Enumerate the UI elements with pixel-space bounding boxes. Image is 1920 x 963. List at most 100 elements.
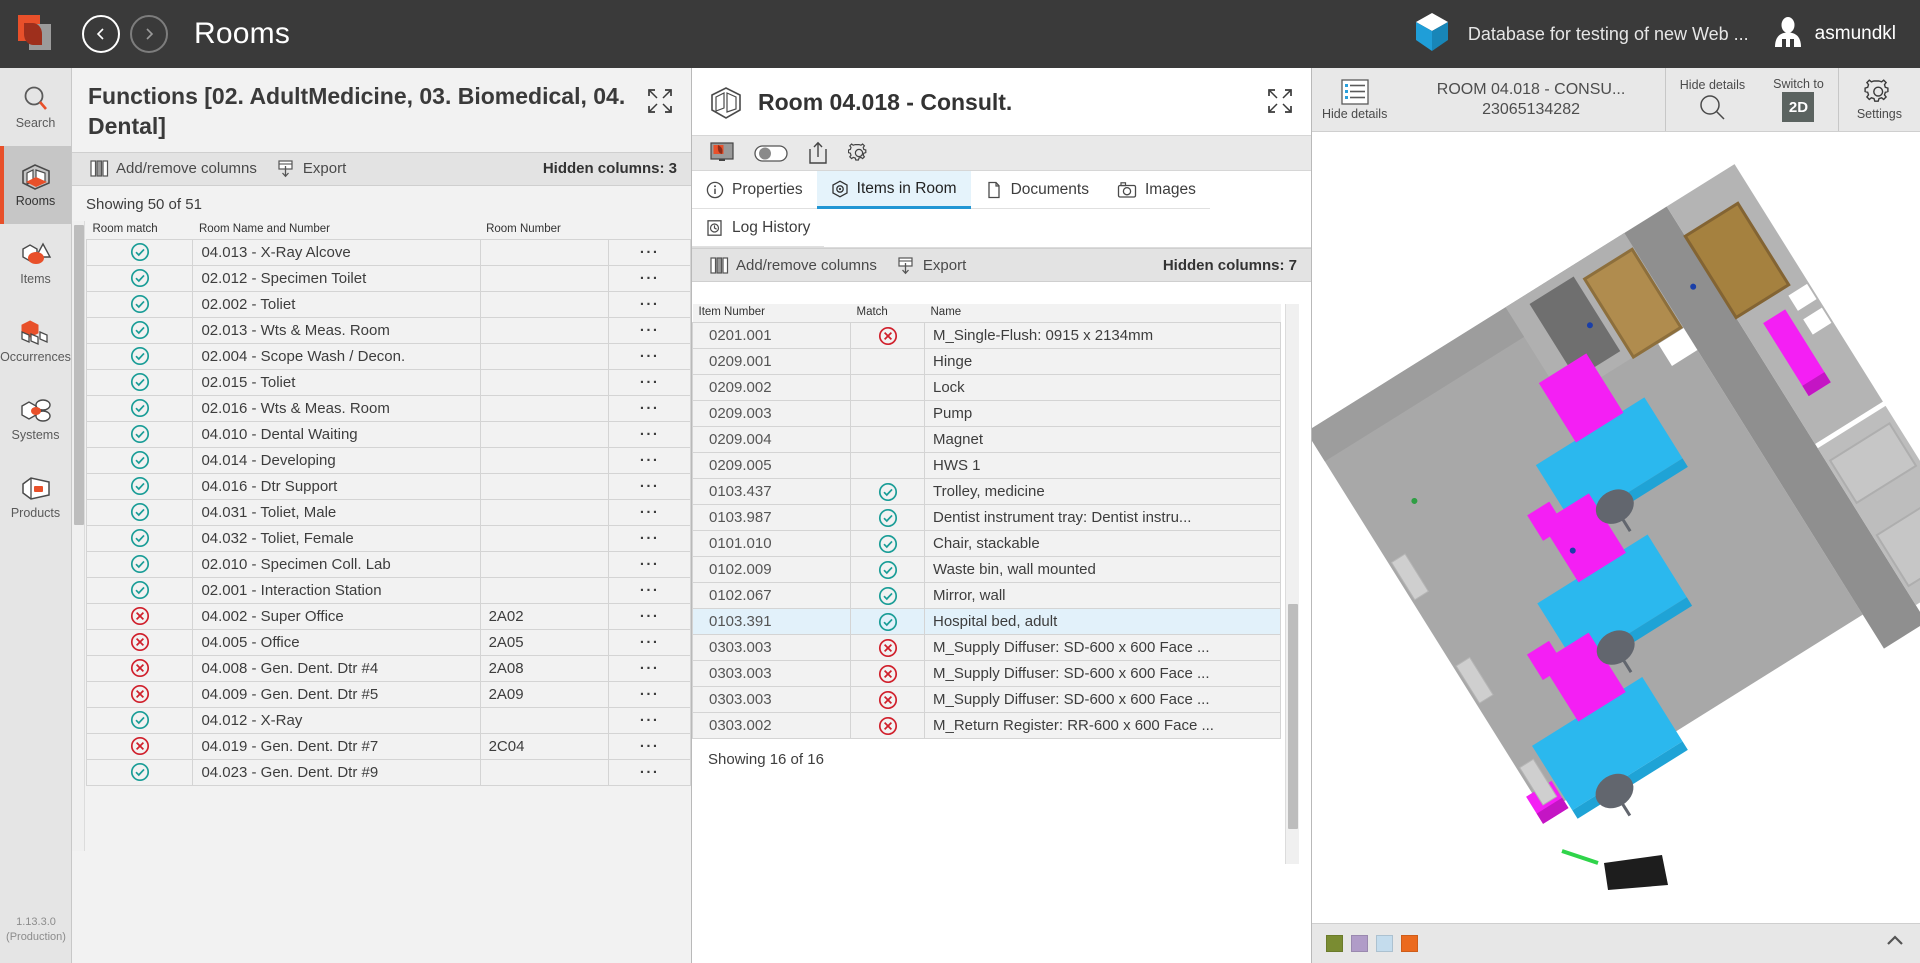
settings-gear-button[interactable] [848,142,870,164]
viewer-button[interactable] [710,142,734,164]
export-button[interactable]: Export [271,157,352,180]
table-row[interactable]: 0303.002M_Return Register: RR-600 x 600 … [693,713,1281,739]
table-row[interactable]: 04.013 - X-Ray Alcove··· [87,239,691,265]
add-remove-columns-button[interactable]: Add/remove columns [84,157,263,180]
row-menu-button[interactable]: ··· [609,239,691,265]
functions-col-header-2[interactable]: Room Number [480,221,609,240]
2d-badge[interactable]: 2D [1782,92,1814,122]
table-row[interactable]: 04.009 - Gen. Dent. Dtr #52A09··· [87,681,691,707]
table-row[interactable]: 04.008 - Gen. Dent. Dtr #42A08··· [87,655,691,681]
table-row[interactable]: 02.012 - Specimen Toilet··· [87,265,691,291]
row-menu-button[interactable]: ··· [609,291,691,317]
toggle-switch[interactable] [754,143,788,163]
table-row[interactable]: 04.002 - Super Office2A02··· [87,603,691,629]
hide-details-button[interactable]: Hide details [1666,68,1759,131]
avatar[interactable] [1771,15,1805,54]
row-menu-button[interactable]: ··· [609,265,691,291]
row-menu-button[interactable]: ··· [609,577,691,603]
functions-scrollbar-thumb[interactable] [74,225,84,525]
table-row[interactable]: 04.032 - Toliet, Female··· [87,525,691,551]
row-menu-button[interactable]: ··· [609,759,691,785]
table-row[interactable]: 02.004 - Scope Wash / Decon.··· [87,343,691,369]
table-row[interactable]: 04.019 - Gen. Dent. Dtr #72C04··· [87,733,691,759]
table-row[interactable]: 0303.003M_Supply Diffuser: SD-600 x 600 … [693,687,1281,713]
room-add-remove-columns-button[interactable]: Add/remove columns [704,254,883,277]
database-name[interactable]: Database for testing of new Web ... [1468,24,1749,45]
room-col-header-0[interactable]: Item Number [693,304,851,323]
table-row[interactable]: 0303.003M_Supply Diffuser: SD-600 x 600 … [693,635,1281,661]
table-row[interactable]: 0209.002Lock [693,375,1281,401]
room-scrollbar-thumb[interactable] [1288,604,1298,829]
table-row[interactable]: 0209.001Hinge [693,349,1281,375]
viewer-3d-canvas[interactable] [1312,133,1920,890]
forward-button[interactable] [130,15,168,53]
table-row[interactable]: 04.005 - Office2A05··· [87,629,691,655]
row-menu-button[interactable]: ··· [609,317,691,343]
table-row[interactable]: 0103.391Hospital bed, adult [693,609,1281,635]
table-row[interactable]: 04.016 - Dtr Support··· [87,473,691,499]
functions-col-header-3[interactable] [609,221,691,240]
table-row[interactable]: 0101.010Chair, stackable [693,531,1281,557]
functions-col-header-1[interactable]: Room Name and Number [193,221,480,240]
room-expand-button[interactable] [1263,84,1297,123]
sidebar-item-rooms[interactable]: Rooms [0,146,71,224]
table-row[interactable]: 0209.005HWS 1 [693,453,1281,479]
room-col-header-2[interactable]: Name [925,304,1281,323]
table-row[interactable]: 0201.001M_Single-Flush: 0915 x 2134mm [693,323,1281,349]
room-export-button[interactable]: Export [891,254,972,277]
app-logo[interactable] [0,0,72,68]
functions-col-header-0[interactable]: Room match [87,221,193,240]
tab-log-history[interactable]: Log History [692,209,824,247]
table-row[interactable]: 02.001 - Interaction Station··· [87,577,691,603]
row-menu-button[interactable]: ··· [609,525,691,551]
row-menu-button[interactable]: ··· [609,473,691,499]
row-menu-button[interactable]: ··· [609,707,691,733]
row-menu-button[interactable]: ··· [609,369,691,395]
table-row[interactable]: 02.013 - Wts & Meas. Room··· [87,317,691,343]
row-menu-button[interactable]: ··· [609,421,691,447]
table-row[interactable]: 0303.003M_Supply Diffuser: SD-600 x 600 … [693,661,1281,687]
row-menu-button[interactable]: ··· [609,655,691,681]
color-swatch-4[interactable] [1401,935,1418,952]
color-swatch-1[interactable] [1326,935,1343,952]
table-row[interactable]: 04.010 - Dental Waiting··· [87,421,691,447]
table-row[interactable]: 04.023 - Gen. Dent. Dtr #9··· [87,759,691,785]
back-button[interactable] [82,15,120,53]
table-row[interactable]: 0102.009Waste bin, wall mounted [693,557,1281,583]
room-col-header-1[interactable]: Match [851,304,925,323]
table-row[interactable]: 0102.067Mirror, wall [693,583,1281,609]
sidebar-item-products[interactable]: Products [0,458,71,536]
tab-images[interactable]: Images [1103,171,1210,209]
collapse-footer-button[interactable] [1884,933,1906,954]
tab-items-in-room[interactable]: Items in Room [817,171,971,209]
table-row[interactable]: 02.016 - Wts & Meas. Room··· [87,395,691,421]
row-menu-button[interactable]: ··· [609,629,691,655]
tab-properties[interactable]: Properties [692,171,817,209]
table-row[interactable]: 04.012 - X-Ray··· [87,707,691,733]
sidebar-item-occurrences[interactable]: Occurrences [0,302,71,380]
row-menu-button[interactable]: ··· [609,395,691,421]
row-menu-button[interactable]: ··· [609,447,691,473]
table-row[interactable]: 02.002 - Toliet··· [87,291,691,317]
color-swatch-3[interactable] [1376,935,1393,952]
room-scrollbar[interactable] [1285,304,1299,864]
user-name[interactable]: asmundkl [1815,23,1896,45]
color-swatch-2[interactable] [1351,935,1368,952]
row-menu-button[interactable]: ··· [609,343,691,369]
hide-details-list-button[interactable]: Hide details [1312,68,1397,131]
table-row[interactable]: 0209.004Magnet [693,427,1281,453]
table-row[interactable]: 0103.987Dentist instrument tray: Dentist… [693,505,1281,531]
tab-documents[interactable]: Documents [971,171,1103,209]
switch-to-2d-button[interactable]: Switch to 2D [1759,68,1839,131]
table-row[interactable]: 0103.437Trolley, medicine [693,479,1281,505]
functions-scrollbar[interactable] [72,221,85,851]
row-menu-button[interactable]: ··· [609,733,691,759]
table-row[interactable]: 04.031 - Toliet, Male··· [87,499,691,525]
sidebar-item-search[interactable]: Search [0,68,71,146]
table-row[interactable]: 02.015 - Toliet··· [87,369,691,395]
sidebar-item-systems[interactable]: Systems [0,380,71,458]
sidebar-item-items[interactable]: Items [0,224,71,302]
row-menu-button[interactable]: ··· [609,681,691,707]
table-row[interactable]: 0209.003Pump [693,401,1281,427]
row-menu-button[interactable]: ··· [609,499,691,525]
